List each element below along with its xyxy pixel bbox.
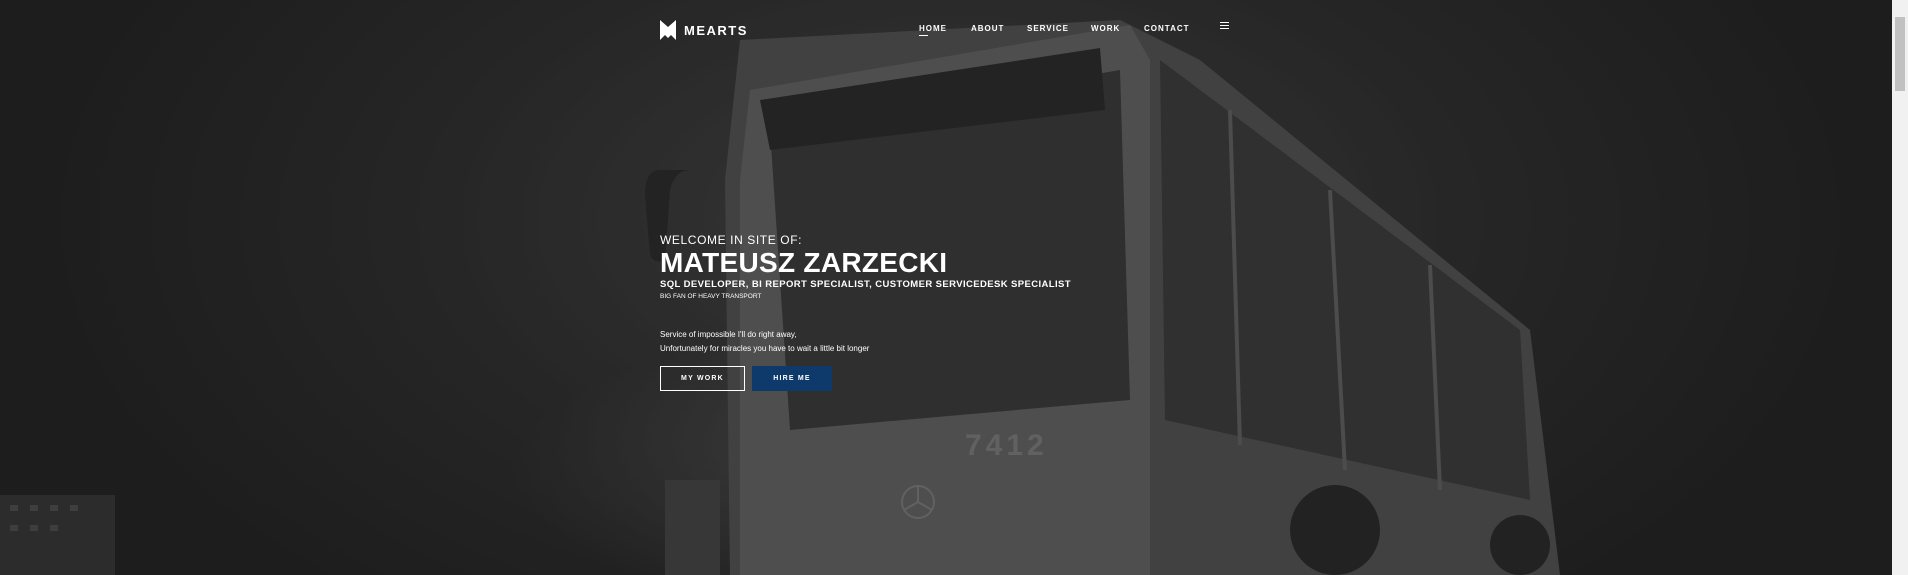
page-scrollbar[interactable] bbox=[1892, 0, 1908, 575]
m-logo-icon bbox=[660, 20, 676, 40]
nav-item-home[interactable]: HOME bbox=[919, 24, 947, 36]
nav-item-service[interactable]: SERVICE bbox=[1027, 24, 1069, 33]
hero-roles: SQL DEVELOPER, BI REPORT SPECIALIST, CUS… bbox=[660, 279, 1071, 290]
logo-text: MEARTS bbox=[684, 22, 748, 38]
hero-fan-text: BIG FAN OF HEAVY TRANSPORT bbox=[660, 293, 762, 300]
hamburger-icon[interactable] bbox=[1220, 22, 1229, 30]
nav-item-about[interactable]: ABOUT bbox=[971, 24, 1004, 33]
scrollbar-thumb[interactable] bbox=[1895, 17, 1905, 91]
nav-item-contact[interactable]: CONTACT bbox=[1144, 24, 1190, 33]
nav-item-work[interactable]: WORK bbox=[1091, 24, 1120, 33]
hero-content: WELCOME IN SITE OF: MATEUSZ ZARZECKI SQL… bbox=[660, 232, 1071, 356]
quote-line-2: Unfortunately for miracles you have to w… bbox=[660, 344, 870, 353]
welcome-text: WELCOME IN SITE OF: bbox=[660, 233, 803, 247]
quote-line-1: Service of impossible I'll do right away… bbox=[660, 330, 797, 339]
hero-name: MATEUSZ ZARZECKI bbox=[660, 247, 948, 278]
hire-me-button[interactable]: HIRE ME bbox=[752, 366, 832, 391]
hero-quote: Service of impossible I'll do right away… bbox=[660, 328, 1071, 356]
my-work-button[interactable]: MY WORK bbox=[660, 366, 745, 391]
hero-buttons: MY WORK HIRE ME bbox=[660, 366, 832, 391]
site-logo[interactable]: MEARTS bbox=[660, 20, 748, 40]
